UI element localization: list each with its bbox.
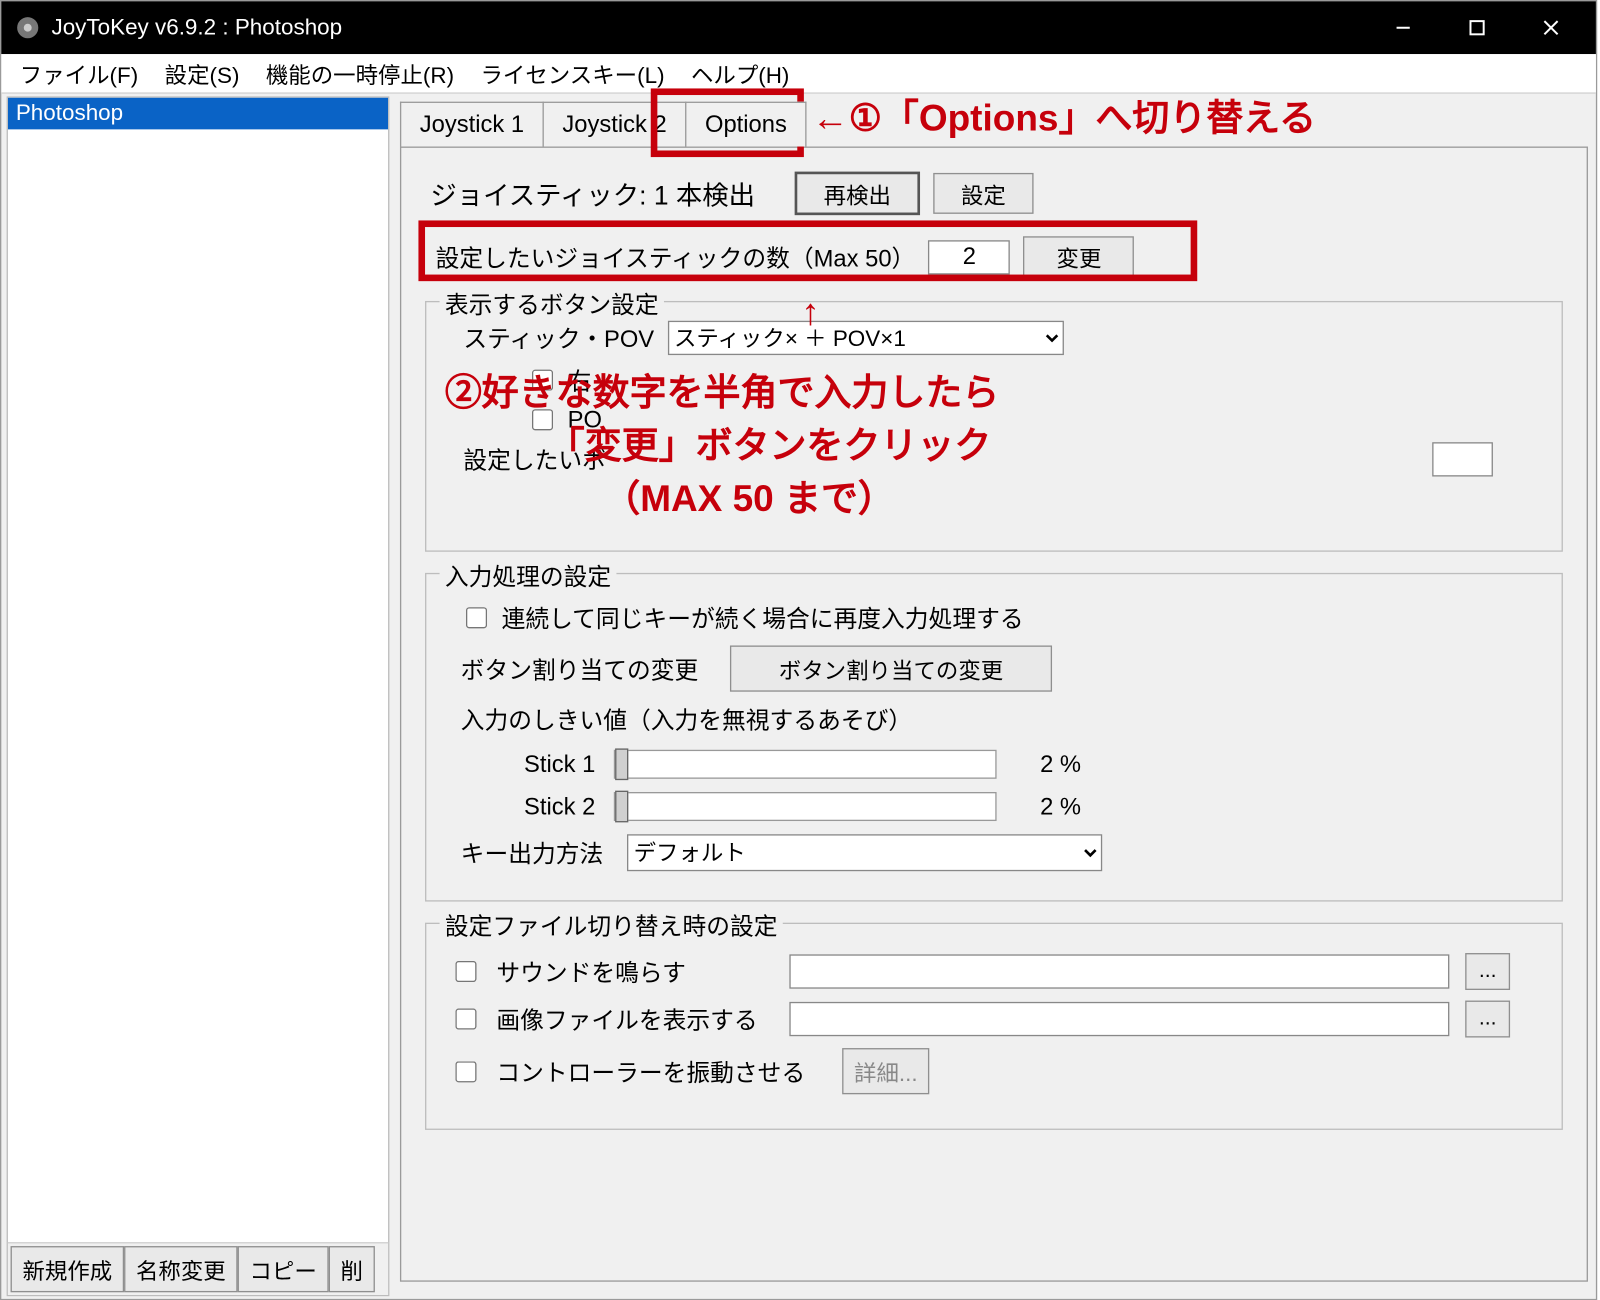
chk-right-stick-label: 右 (568, 363, 592, 397)
menu-settings[interactable]: 設定(S) (151, 54, 252, 92)
main-panel: Joystick 1 Joystick 2 Options ジョイスティック: … (392, 94, 1596, 1299)
chk-show-image-label: 画像ファイルを表示する (496, 1002, 773, 1036)
group-input-processing: 入力処理の設定 連続して同じキーが続く場合に再度入力処理する ボタン割り当ての変… (425, 573, 1563, 902)
profile-item-photoshop[interactable]: Photoshop (8, 98, 388, 130)
stickpov-label: スティック・POV (463, 321, 654, 355)
profile-list[interactable]: Photoshop (8, 98, 388, 1242)
chk-repeat-input-label: 連続して同じキーが続く場合に再度入力処理する (502, 601, 1024, 635)
stick1-percent: 2 % (1015, 750, 1081, 778)
menu-license[interactable]: ライセンスキー(L) (467, 54, 677, 92)
chk-show-image[interactable] (455, 1008, 476, 1029)
stick1-label: Stick 1 (490, 750, 596, 778)
menu-file[interactable]: ファイル(F) (7, 54, 152, 92)
rename-profile-button[interactable]: 名称変更 (124, 1246, 238, 1292)
stick1-slider[interactable] (614, 750, 997, 779)
tab-strip: Joystick 1 Joystick 2 Options (400, 102, 1596, 147)
keyout-label: キー出力方法 (461, 836, 604, 870)
browse-image-button[interactable]: ... (1465, 1001, 1510, 1038)
group-display-buttons: 表示するボタン設定 スティック・POV スティック× ＋ POV×1 右 (425, 301, 1563, 552)
tab-joystick-1[interactable]: Joystick 1 (400, 102, 544, 147)
desired-buttons-input[interactable] (1432, 442, 1493, 476)
menu-pause[interactable]: 機能の一時停止(R) (253, 54, 468, 92)
options-panel: ジョイスティック: 1 本検出 再検出 設定 設定したいジョイスティックの数（M… (400, 147, 1588, 1282)
new-profile-button[interactable]: 新規作成 (11, 1246, 125, 1292)
menubar: ファイル(F) 設定(S) 機能の一時停止(R) ライセンスキー(L) ヘルプ(… (1, 54, 1596, 94)
image-path-input[interactable] (789, 1002, 1449, 1036)
delete-profile-button[interactable]: 削 (329, 1246, 375, 1292)
chk-repeat-input[interactable] (466, 607, 487, 628)
joystick-settings-button[interactable]: 設定 (933, 173, 1033, 214)
stickpov-select[interactable]: スティック× ＋ POV×1 (667, 321, 1063, 355)
chk-pov[interactable] (532, 409, 553, 430)
button-assign-button[interactable]: ボタン割り当ての変更 (730, 645, 1052, 691)
close-button[interactable] (1514, 1, 1588, 54)
app-icon (15, 15, 41, 41)
group-file-switch-legend: 設定ファイル切り替え時の設定 (440, 908, 783, 942)
group-file-switch: 設定ファイル切り替え時の設定 サウンドを鳴らす ... 画像ファイルを表示する … (425, 923, 1563, 1130)
stick2-percent: 2 % (1015, 793, 1081, 821)
profile-sidebar: Photoshop 新規作成 名称変更 コピー 削 (7, 96, 390, 1296)
joystick-count-input[interactable] (928, 240, 1010, 274)
threshold-label: 入力のしきい値（入力を無視するあそび） (461, 702, 1538, 736)
chk-right-stick[interactable] (532, 370, 553, 391)
window-title: JoyToKey v6.9.2 : Photoshop (51, 15, 1366, 41)
chk-play-sound[interactable] (455, 961, 476, 982)
chk-vibrate-label: コントローラーを振動させる (496, 1054, 826, 1088)
browse-sound-button[interactable]: ... (1465, 953, 1510, 990)
chk-pov-label: PO (568, 406, 602, 434)
chk-vibrate[interactable] (455, 1061, 476, 1082)
chk-play-sound-label: サウンドを鳴らす (496, 954, 773, 988)
joystick-count-label: 設定したいジョイスティックの数（Max 50） (436, 240, 916, 274)
keyout-select[interactable]: デフォルト (627, 834, 1102, 871)
desired-buttons-label: 設定したいボ (463, 442, 606, 476)
stick2-label: Stick 2 (490, 793, 596, 821)
stick2-slider[interactable] (614, 792, 997, 821)
joystick-detect-label: ジョイスティック: 1 本検出 (430, 174, 755, 212)
menu-help[interactable]: ヘルプ(H) (678, 54, 803, 92)
app-window: JoyToKey v6.9.2 : Photoshop ファイル(F) 設定(S… (0, 0, 1597, 1300)
sound-path-input[interactable] (789, 954, 1449, 988)
vibrate-detail-button[interactable]: 詳細... (842, 1048, 929, 1094)
tab-joystick-2[interactable]: Joystick 2 (543, 102, 687, 147)
group-input-legend: 入力処理の設定 (440, 558, 617, 592)
tab-options[interactable]: Options (685, 102, 807, 147)
copy-profile-button[interactable]: コピー (238, 1246, 329, 1292)
redetect-button[interactable]: 再検出 (795, 172, 920, 216)
group-display-legend: 表示するボタン設定 (440, 286, 664, 320)
change-count-button[interactable]: 変更 (1024, 236, 1135, 277)
button-assign-label: ボタン割り当ての変更 (461, 651, 699, 685)
maximize-button[interactable] (1440, 1, 1514, 54)
minimize-button[interactable] (1366, 1, 1440, 54)
titlebar: JoyToKey v6.9.2 : Photoshop (1, 1, 1596, 54)
